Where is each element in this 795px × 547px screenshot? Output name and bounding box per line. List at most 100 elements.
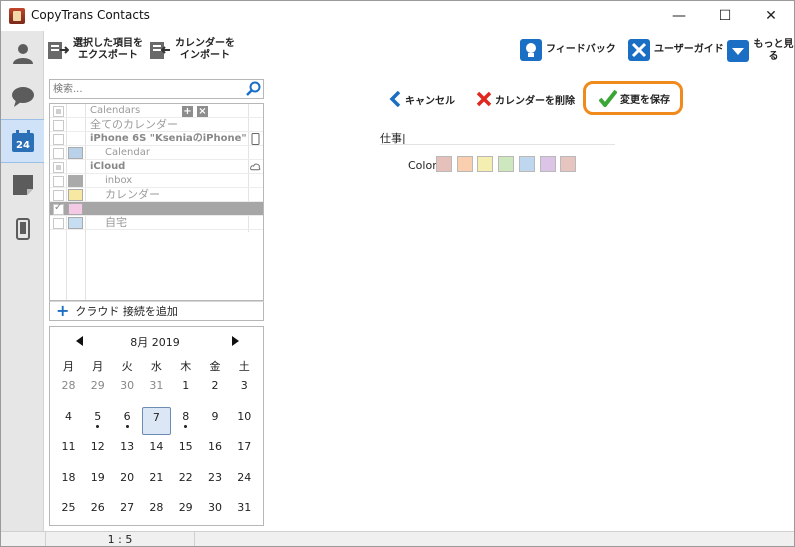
day-cell[interactable]: 28 [54, 376, 83, 404]
day-cell[interactable]: 14 [142, 437, 171, 465]
color-swatch[interactable] [477, 156, 494, 172]
calendar-row-item[interactable]: inbox [50, 174, 263, 188]
day-cell[interactable]: 2 [201, 376, 230, 404]
rail-messages[interactable] [1, 75, 44, 119]
checkbox[interactable] [53, 162, 64, 173]
color-swatch[interactable] [498, 156, 515, 172]
add-cloud-connection-button[interactable]: + クラウド 接続を追加 [49, 301, 264, 321]
calendar-row-device[interactable]: iPhone 6S "KseniaのiPhone" [50, 132, 263, 146]
day-cell[interactable]: 30 [113, 376, 142, 404]
delete-calendar-icon[interactable]: × [197, 106, 208, 117]
rail-notes[interactable] [1, 163, 44, 207]
feedback-button[interactable]: フィードバック [520, 39, 616, 61]
day-cell[interactable]: 31 [142, 376, 171, 404]
day-cell-today[interactable]: 7 [141, 406, 171, 435]
color-swatch[interactable] [560, 156, 577, 172]
calendar-row-all[interactable]: 全てのカレンダー [50, 118, 263, 132]
calendar-color-swatch [68, 203, 83, 215]
day-cell[interactable]: 5 [83, 407, 112, 435]
day-cell[interactable]: 8 [171, 407, 200, 435]
search-icon[interactable] [245, 81, 261, 97]
user-guide-button[interactable]: ユーザーガイド [628, 39, 724, 61]
calendar-row-account[interactable]: iCloud [50, 160, 263, 174]
color-swatch[interactable] [436, 156, 452, 172]
day-cell[interactable]: 3 [230, 376, 259, 404]
day-cell[interactable]: 30 [201, 498, 230, 526]
color-swatch[interactable] [456, 156, 473, 172]
search-input[interactable] [53, 82, 238, 97]
calendar-row-selected[interactable] [50, 202, 263, 216]
rail-device[interactable] [1, 207, 44, 251]
day-cell[interactable]: 15 [171, 437, 200, 465]
calendar-row-item[interactable]: カレンダー [50, 188, 263, 202]
app-window: CopyTrans Contacts — ☐ ✕ 24 選択した項目を エクスポ… [0, 0, 795, 547]
title-bar: CopyTrans Contacts — ☐ ✕ [1, 1, 794, 31]
day-cell[interactable]: 28 [142, 498, 171, 526]
checkmark-icon [599, 90, 617, 107]
day-cell[interactable]: 23 [201, 468, 230, 496]
save-changes-button[interactable]: 変更を保存 [599, 90, 670, 107]
side-rail: 24 [1, 31, 44, 531]
delete-calendar-label: カレンダーを削除 [495, 95, 575, 107]
checkbox[interactable] [53, 218, 64, 229]
day-cell[interactable]: 24 [230, 468, 259, 496]
checkbox[interactable] [53, 106, 64, 117]
day-cell[interactable]: 4 [54, 407, 83, 435]
day-cell[interactable]: 9 [201, 407, 230, 435]
day-cell[interactable]: 26 [83, 498, 112, 526]
close-button[interactable]: ✕ [748, 1, 794, 31]
day-cell[interactable]: 12 [83, 437, 112, 465]
day-cell[interactable]: 18 [54, 468, 83, 496]
day-cell[interactable]: 29 [83, 376, 112, 404]
more-button[interactable]: もっと見る [727, 39, 794, 63]
checkbox[interactable] [53, 120, 64, 131]
rail-calendars[interactable]: 24 [1, 119, 44, 163]
day-cell[interactable]: 31 [230, 498, 259, 526]
minimize-button[interactable]: — [656, 1, 702, 31]
checkbox[interactable] [53, 148, 64, 159]
calendar-color-swatch [68, 147, 83, 159]
checkbox[interactable] [53, 134, 64, 145]
chevron-down-icon [727, 40, 749, 62]
next-month-icon[interactable] [232, 336, 239, 346]
calendar-row-label: 自宅 [105, 216, 127, 229]
calendar-row-header[interactable]: Calendars + × [50, 104, 263, 118]
day-cell[interactable]: 27 [113, 498, 142, 526]
delete-calendar-button[interactable]: カレンダーを削除 [476, 91, 575, 107]
month-calendar: 8月 2019 月月火水木金土 28 29 30 31 1 2 3 4 5 6 7 8 9 10 11 12 13… [49, 326, 264, 526]
import-calendar-button[interactable]: カレンダーを インポート [149, 38, 235, 62]
add-calendar-icon[interactable]: + [182, 106, 193, 117]
phone-icon [15, 218, 30, 240]
weekday-label: 月 [63, 360, 74, 373]
day-cell[interactable]: 6 [113, 407, 142, 435]
day-cell[interactable]: 16 [201, 437, 230, 465]
calendar-row-item[interactable]: 自宅 [50, 216, 263, 230]
day-cell[interactable]: 25 [54, 498, 83, 526]
export-selected-button[interactable]: 選択した項目を エクスポート [47, 38, 143, 62]
weekday-label: 火 [121, 360, 133, 373]
cancel-button[interactable]: キャンセル [389, 91, 455, 107]
calendar-row-item[interactable]: Calendar [50, 146, 263, 160]
status-zoom: 1 : 5 [45, 532, 195, 546]
maximize-button[interactable]: ☐ [702, 1, 748, 31]
day-cell[interactable]: 10 [230, 407, 259, 435]
day-cell[interactable]: 19 [83, 468, 112, 496]
day-cell[interactable]: 13 [113, 437, 142, 465]
day-cell[interactable]: 17 [230, 437, 259, 465]
checkbox[interactable] [53, 202, 64, 215]
day-cell[interactable]: 1 [171, 376, 200, 404]
checkbox[interactable] [53, 190, 64, 201]
previous-month-icon[interactable] [76, 336, 83, 346]
day-cell[interactable]: 11 [54, 437, 83, 465]
color-swatch[interactable] [539, 156, 556, 172]
day-cell[interactable]: 20 [113, 468, 142, 496]
day-cell[interactable]: 22 [171, 468, 200, 496]
day-cell[interactable]: 29 [171, 498, 200, 526]
rail-contacts[interactable] [1, 31, 44, 75]
checkbox[interactable] [53, 176, 64, 187]
color-swatch[interactable] [518, 156, 535, 172]
save-changes-label: 変更を保存 [620, 95, 670, 106]
add-cloud-label: クラウド 接続を追加 [75, 305, 178, 318]
day-cell[interactable]: 21 [142, 468, 171, 496]
status-bar: 1 : 5 [1, 531, 794, 546]
